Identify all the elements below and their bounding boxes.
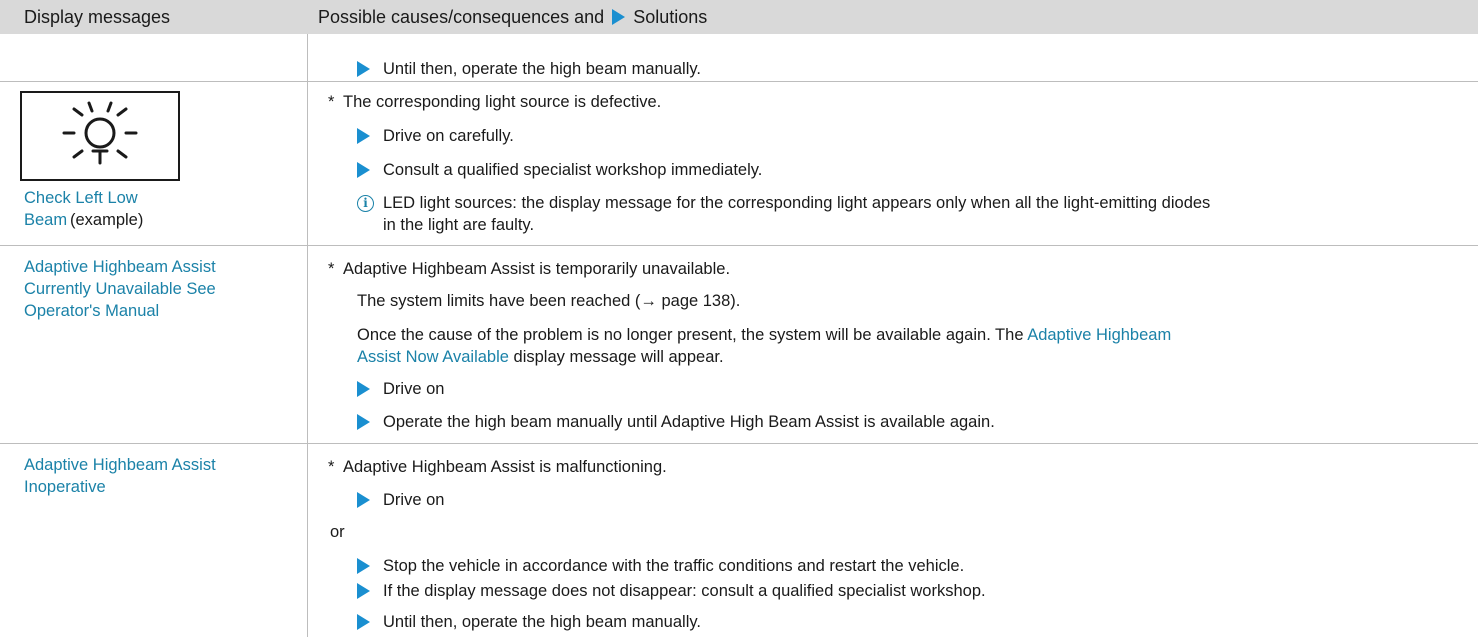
solution-arrow-icon <box>612 9 626 25</box>
header-solutions-text: Solutions <box>633 7 708 27</box>
cause-bullet: * <box>328 93 335 111</box>
row3-message-line1[interactable]: Adaptive Highbeam Assist <box>24 454 216 476</box>
display-message-graphic <box>20 91 180 181</box>
solution-arrow-icon <box>357 414 370 430</box>
row3-message-line2[interactable]: Inoperative <box>24 476 106 498</box>
cause-bullet: * <box>328 260 335 278</box>
row3-cause: Adaptive Highbeam Assist is malfunctioni… <box>343 458 667 476</box>
row2-cause: Adaptive Highbeam Assist is temporarily … <box>343 260 731 278</box>
info-icon: i <box>357 195 374 212</box>
solution-arrow-icon <box>357 61 370 77</box>
row-divider <box>0 245 1478 246</box>
row1-info-line1: LED light sources: the display message f… <box>383 194 1211 212</box>
column-divider <box>307 34 308 637</box>
solution-arrow-icon <box>357 583 370 599</box>
table-header: Display messages Possible causes/consequ… <box>0 0 1478 34</box>
row1-info-line2: in the light are faulty. <box>383 216 535 234</box>
header-causes-solutions: Possible causes/consequences and Solutio… <box>318 7 707 28</box>
row2-message-line2[interactable]: Currently Unavailable See <box>24 278 216 300</box>
row-divider <box>0 443 1478 444</box>
cause-bullet: * <box>328 458 335 476</box>
row-divider <box>0 81 1478 82</box>
solution-arrow-icon <box>357 492 370 508</box>
solution-arrow-icon <box>357 614 370 630</box>
row2-limits: The system limits have been reached (→ p… <box>357 292 741 310</box>
header-display-messages: Display messages <box>24 7 171 27</box>
low-beam-lamp-icon <box>62 101 138 165</box>
solution-arrow-icon <box>357 128 370 144</box>
solution-arrow-icon <box>357 558 370 574</box>
row1-example-suffix: (example) <box>70 211 144 229</box>
row2-once-line1: Once the cause of the problem is no long… <box>357 326 1172 344</box>
row2-message-line3[interactable]: Operator's Manual <box>24 300 159 322</box>
solution-arrow-icon <box>357 381 370 397</box>
row3-or: or <box>330 523 345 541</box>
header-causes-text: Possible causes/consequences and <box>318 7 605 27</box>
row2-once-line2: Assist Now Available display message wil… <box>357 348 724 366</box>
row2-message-line1[interactable]: Adaptive Highbeam Assist <box>24 256 216 278</box>
solution-arrow-icon <box>357 162 370 178</box>
adaptive-highbeam-now-available-link[interactable]: Adaptive Highbeam <box>1027 326 1171 344</box>
row1-cause: The corresponding light source is defect… <box>343 93 662 111</box>
adaptive-highbeam-now-available-link-cont[interactable]: Assist Now Available <box>357 348 509 366</box>
